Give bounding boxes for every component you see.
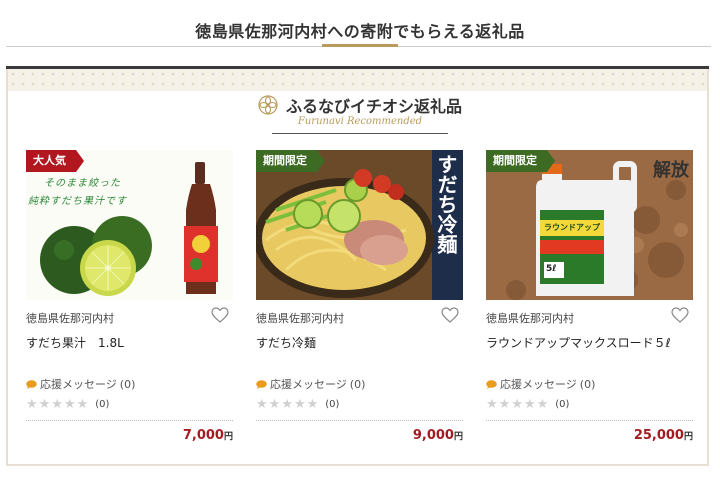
municipality-label[interactable]: 徳島県佐那河内村: [256, 310, 344, 326]
badge-limited-time: 期間限定: [256, 150, 325, 172]
product-card-sudachi-juice[interactable]: そのまま絞った 純粋すだち果汁です 大人気 徳島県佐那河内村 すだち果汁 1.8…: [26, 150, 233, 450]
handwritten-caption-2: 純粋すだち果汁です: [28, 196, 127, 207]
star-icon: ★: [26, 397, 38, 412]
star-icon: ★: [256, 397, 268, 412]
heart-icon[interactable]: [441, 307, 459, 323]
section-title: ふるなびイチオシ返礼品: [285, 97, 462, 116]
heart-icon[interactable]: [671, 307, 689, 323]
review-count: (0): [325, 399, 340, 410]
star-icon: ★: [536, 397, 549, 412]
support-message-link[interactable]: 応援メッセージ (0): [256, 376, 365, 392]
product-card-sudachi-reimen[interactable]: すだち冷麺 期間限定 徳島県佐那河内村 すだち冷麺 応援メッセージ (0) ★ …: [256, 150, 463, 450]
product-image[interactable]: 解放 ラウンドアップ 5ℓ 期間限定: [486, 150, 693, 300]
product-name[interactable]: すだち冷麺: [256, 334, 316, 351]
star-icon: ★: [523, 397, 536, 412]
price: 9,000円: [412, 428, 463, 443]
price: 25,000円: [633, 428, 693, 443]
municipality-label[interactable]: 徳島県佐那河内村: [26, 310, 114, 326]
rating-stars: ★ ★ ★ ★ ★ (0): [256, 398, 339, 411]
kamon-flower-icon: [258, 95, 278, 115]
star-icon: ★: [511, 397, 523, 412]
star-icon: ★: [486, 397, 498, 412]
support-message-label: 応援メッセージ: [500, 378, 577, 391]
review-count: (0): [555, 399, 570, 410]
badge-limited-time: 期間限定: [486, 150, 555, 172]
star-icon: ★: [76, 397, 89, 412]
currency-label: 円: [223, 432, 233, 442]
product-card-roundup[interactable]: 解放 ラウンドアップ 5ℓ 期間限定 徳島県佐那河内村 ラウンドアップマックスロ…: [486, 150, 693, 450]
municipality-label[interactable]: 徳島県佐那河内村: [486, 310, 574, 326]
star-icon: ★: [281, 397, 293, 412]
card-divider: [486, 420, 693, 421]
card-divider: [26, 420, 233, 421]
card-divider: [256, 420, 463, 421]
handwritten-caption-1: そのまま絞った: [44, 178, 121, 189]
star-icon: ★: [63, 397, 76, 412]
star-icon: ★: [38, 397, 51, 412]
support-message-label: 応援メッセージ: [270, 378, 347, 391]
support-message-link[interactable]: 応援メッセージ (0): [486, 376, 595, 392]
product-name[interactable]: すだち果汁 1.8L: [26, 334, 124, 351]
speech-bubble-icon: [486, 379, 497, 389]
star-icon: ★: [268, 397, 281, 412]
section-subtitle-rule: [272, 133, 448, 134]
title-accent: [322, 44, 398, 47]
sudachi-juice-illustration: [26, 150, 233, 300]
support-message-link[interactable]: 応援メッセージ (0): [26, 376, 135, 392]
star-icon: ★: [293, 397, 306, 412]
support-message-label: 応援メッセージ: [40, 378, 117, 391]
rating-stars: ★ ★ ★ ★ ★ (0): [486, 398, 569, 411]
support-message-count: (0): [119, 377, 136, 391]
heart-icon[interactable]: [211, 307, 229, 323]
star-icon: ★: [498, 397, 511, 412]
badge-popular: 大人気: [26, 150, 84, 172]
star-icon: ★: [51, 397, 63, 412]
support-message-count: (0): [349, 377, 366, 391]
promo-text: 解放: [653, 160, 689, 181]
label-volume: 5ℓ: [546, 264, 557, 274]
price: 7,000円: [182, 428, 233, 443]
label-brand: ラウンドアップ: [544, 223, 600, 232]
product-image[interactable]: すだち冷麺 期間限定: [256, 150, 463, 300]
review-count: (0): [95, 399, 110, 410]
support-message-count: (0): [579, 377, 596, 391]
product-image[interactable]: そのまま絞った 純粋すだち果汁です 大人気: [26, 150, 233, 300]
speech-bubble-icon: [256, 379, 267, 389]
currency-label: 円: [453, 432, 463, 442]
frame-pattern-band: [8, 69, 707, 91]
page-title: 徳島県佐那河内村への寄附でもらえる返礼品: [195, 22, 525, 41]
speech-bubble-icon: [26, 379, 37, 389]
section-subtitle: Furunavi Recommended: [297, 116, 423, 127]
rating-stars: ★ ★ ★ ★ ★ (0): [26, 398, 109, 411]
product-name[interactable]: ラウンドアップマックスロード５ℓ: [486, 334, 671, 351]
star-icon: ★: [306, 397, 319, 412]
image-vertical-title: すだち冷麺: [434, 154, 458, 254]
currency-label: 円: [683, 432, 693, 442]
